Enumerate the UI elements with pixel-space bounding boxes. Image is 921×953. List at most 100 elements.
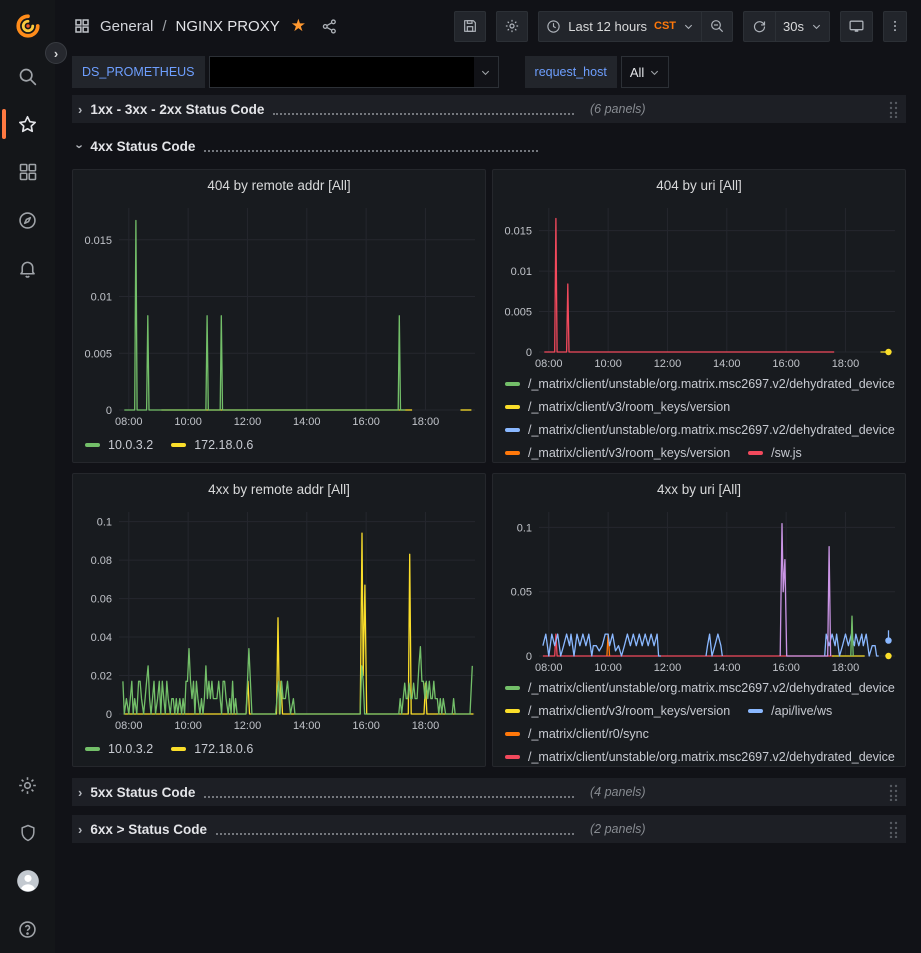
svg-text:08:00: 08:00 <box>115 416 143 428</box>
svg-text:0.04: 0.04 <box>91 632 112 644</box>
share-icon[interactable] <box>321 18 338 35</box>
legend-item[interactable]: /_matrix/client/v3/room_keys/version <box>505 704 730 718</box>
kebab-menu-icon <box>888 18 902 34</box>
breadcrumb: General / NGINX PROXY ★ <box>73 16 338 36</box>
row-drag-handle-icon[interactable] <box>888 821 898 838</box>
dashboard-row-6xx-status-code[interactable]: ›6xx > Status Code(2 panels) <box>72 815 906 843</box>
legend-series-swatch <box>505 732 520 736</box>
breadcrumb-dashboard-title[interactable]: NGINX PROXY <box>176 18 280 35</box>
time-range-picker[interactable]: Last 12 hours CST <box>538 11 701 42</box>
panel-404-by-uri-all: 404 by uri [All]00.0050.010.01508:0010:0… <box>492 169 906 463</box>
dashboard-row-4xx-status-code[interactable]: ›4xx Status Code <box>72 132 906 160</box>
grafana-logo[interactable] <box>0 0 55 52</box>
variable-value-request-host[interactable]: All <box>621 56 669 88</box>
cycle-view-mode-button[interactable] <box>840 11 873 42</box>
variable-label-ds-prometheus[interactable]: DS_PROMETHEUS <box>72 56 205 88</box>
panel-4xx-by-uri-all: 4xx by uri [All]00.050.108:0010:0012:001… <box>492 473 906 767</box>
legend-series-swatch <box>171 747 186 751</box>
favorite-star-icon[interactable]: ★ <box>291 16 306 36</box>
svg-text:14:00: 14:00 <box>293 720 321 732</box>
row-panel-count: (6 panels) <box>590 102 646 116</box>
legend-row: /_matrix/client/unstable/org.matrix.msc2… <box>505 676 897 699</box>
dashboard-settings-button[interactable] <box>496 11 528 42</box>
dashboards-icon <box>18 162 38 182</box>
sidebar-item-starred[interactable] <box>0 100 55 148</box>
chart-plot[interactable]: 00.020.040.060.080.108:0010:0012:0014:00… <box>73 504 485 734</box>
sidebar-item-help[interactable] <box>0 905 55 953</box>
grafana-logo-icon <box>15 13 41 39</box>
sidebar-item-explore[interactable] <box>0 196 55 244</box>
dashboard-row-1xx-3xx-2xx-status-code[interactable]: ›1xx - 3xx - 2xx Status Code(6 panels) <box>72 95 906 123</box>
panel-title[interactable]: 4xx by remote addr [All] <box>73 474 485 504</box>
row-drag-handle-icon[interactable] <box>888 784 898 801</box>
legend-item[interactable]: 172.18.0.6 <box>171 742 253 756</box>
legend-row: /_matrix/client/r0/sync <box>505 722 897 745</box>
legend-series-label: /api/live/ws <box>771 704 832 718</box>
svg-text:0.06: 0.06 <box>91 594 112 606</box>
breadcrumb-separator: / <box>162 18 166 35</box>
legend-series-label: 10.0.3.2 <box>108 438 153 452</box>
legend-row: /_matrix/client/v3/room_keys/version <box>505 395 897 418</box>
legend-series-swatch <box>505 686 520 690</box>
sidebar-item-dashboards[interactable] <box>0 148 55 196</box>
legend-item[interactable]: /_matrix/client/unstable/org.matrix.msc2… <box>505 377 895 391</box>
legend-item[interactable]: 10.0.3.2 <box>85 438 153 452</box>
chevron-down-icon <box>649 67 660 78</box>
legend-series-swatch <box>505 451 520 455</box>
clock-icon <box>546 19 561 34</box>
sidebar-expand-button[interactable]: › <box>45 42 67 64</box>
svg-text:0: 0 <box>526 347 532 359</box>
legend-item[interactable]: 10.0.3.2 <box>85 742 153 756</box>
svg-text:16:00: 16:00 <box>352 416 380 428</box>
star-icon <box>17 114 38 135</box>
legend-series-swatch <box>748 451 763 455</box>
panel-title[interactable]: 404 by remote addr [All] <box>73 170 485 200</box>
dashboard-row-5xx-status-code[interactable]: ›5xx Status Code(4 panels) <box>72 778 906 806</box>
panel-legend: 10.0.3.2 172.18.0.6 <box>73 734 485 766</box>
variable-value-ds-prometheus[interactable] <box>209 56 499 88</box>
panel-title[interactable]: 404 by uri [All] <box>493 170 905 200</box>
panel-title[interactable]: 4xx by uri [All] <box>493 474 905 504</box>
legend-row: 10.0.3.2 172.18.0.6 <box>85 738 253 761</box>
chevron-right-icon: › <box>78 785 82 800</box>
legend-item[interactable]: /sw.js <box>748 446 802 460</box>
save-dashboard-button[interactable] <box>454 11 486 42</box>
row-drag-handle-icon[interactable] <box>888 101 898 118</box>
legend-item[interactable]: /_matrix/client/unstable/org.matrix.msc2… <box>505 423 895 437</box>
svg-text:0.1: 0.1 <box>97 517 112 529</box>
dashboard-content: ›1xx - 3xx - 2xx Status Code(6 panels)›4… <box>55 92 921 843</box>
svg-text:0.01: 0.01 <box>91 292 112 304</box>
refresh-button[interactable] <box>743 11 775 42</box>
breadcrumb-folder[interactable]: General <box>100 18 153 35</box>
legend-item[interactable]: /api/live/ws <box>748 704 832 718</box>
sidebar-item-server-admin[interactable] <box>0 809 55 857</box>
refresh-interval-picker[interactable]: 30s <box>775 11 830 42</box>
more-options-button[interactable] <box>883 11 907 42</box>
sidebar <box>0 0 55 953</box>
sidebar-item-alerting[interactable] <box>0 244 55 292</box>
svg-text:0.02: 0.02 <box>91 671 112 683</box>
legend-row: /_matrix/client/unstable/org.matrix.msc2… <box>505 745 897 766</box>
legend-series-swatch <box>505 405 520 409</box>
svg-text:16:00: 16:00 <box>772 662 800 674</box>
legend-series-label: /_matrix/client/unstable/org.matrix.msc2… <box>528 423 895 437</box>
zoom-out-button[interactable] <box>701 11 733 42</box>
svg-text:18:00: 18:00 <box>832 662 860 674</box>
legend-item[interactable]: /_matrix/client/v3/room_keys/version <box>505 446 730 460</box>
help-icon <box>17 919 38 940</box>
legend-item[interactable]: /_matrix/client/unstable/org.matrix.msc2… <box>505 681 895 695</box>
legend-item[interactable]: /_matrix/client/r0/sync <box>505 727 649 741</box>
legend-item[interactable]: /_matrix/client/unstable/org.matrix.msc2… <box>505 750 895 764</box>
legend-row: /_matrix/client/unstable/org.matrix.msc2… <box>505 418 897 441</box>
panel-legend: /_matrix/client/unstable/org.matrix.msc2… <box>493 676 905 766</box>
sidebar-item-profile[interactable] <box>0 857 55 905</box>
chart-plot[interactable]: 00.050.108:0010:0012:0014:0016:0018:00 <box>493 504 905 676</box>
row-title: 6xx > Status Code <box>90 822 207 837</box>
legend-item[interactable]: /_matrix/client/v3/room_keys/version <box>505 400 730 414</box>
legend-item[interactable]: 172.18.0.6 <box>171 438 253 452</box>
variable-label-request-host[interactable]: request_host <box>525 56 617 88</box>
sidebar-item-configuration[interactable] <box>0 761 55 809</box>
chart-plot[interactable]: 00.0050.010.01508:0010:0012:0014:0016:00… <box>493 200 905 372</box>
chart-plot[interactable]: 00.0050.010.01508:0010:0012:0014:0016:00… <box>73 200 485 430</box>
svg-text:12:00: 12:00 <box>234 720 262 732</box>
